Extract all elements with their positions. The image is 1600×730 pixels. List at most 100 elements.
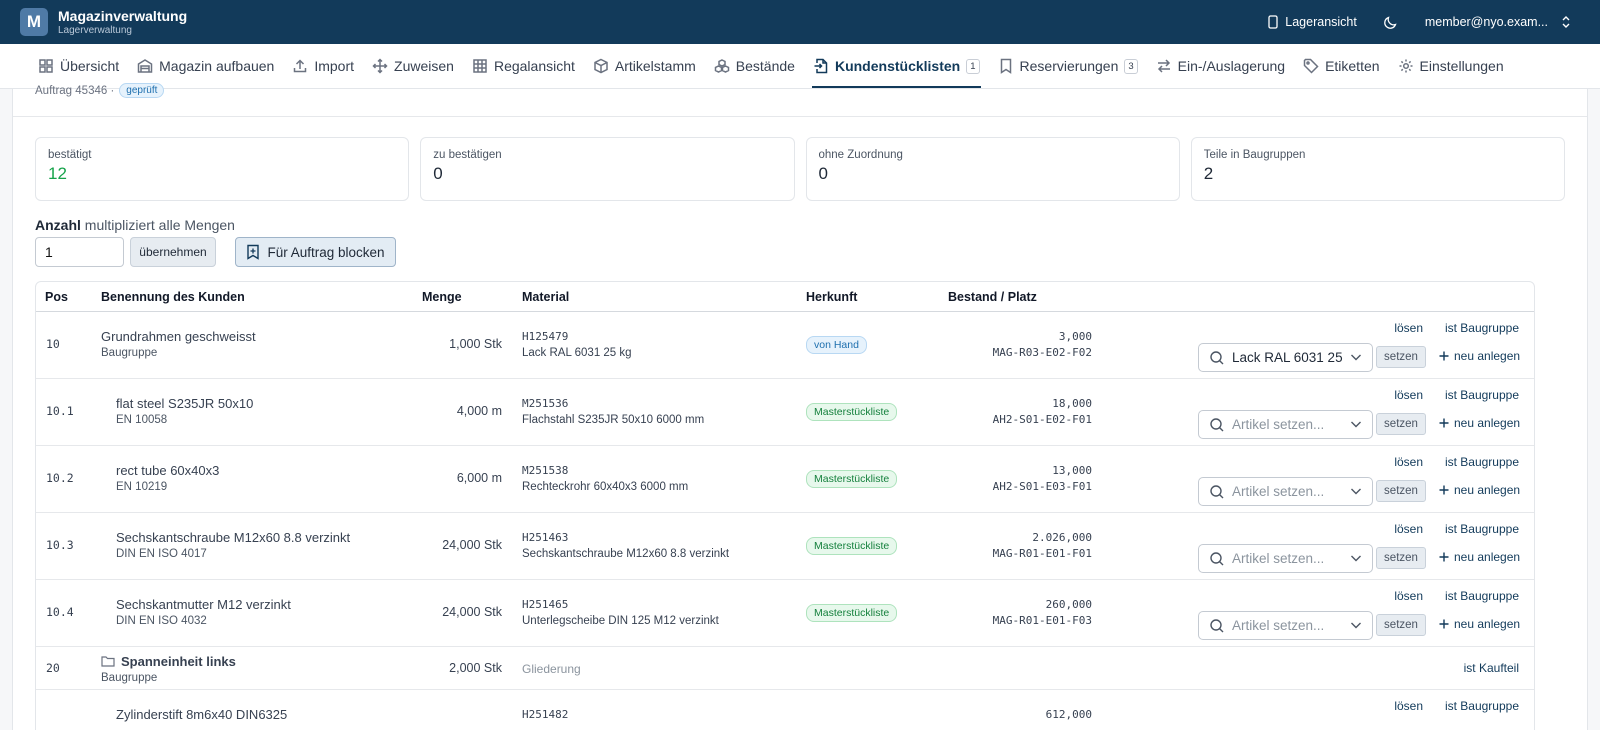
table-row: 10.1 flat steel S235JR 50x10 EN 10058 4,000… [36,379,1534,446]
status-badge: geprüft [119,83,165,98]
row-sub: EN 10219 [116,481,168,493]
material-name: Rechteckrohr 60x40x3 6000 mm [522,481,689,493]
grid-icon [39,59,53,73]
setzen-button[interactable]: setzen [1376,346,1426,368]
tab-ein-auslagerung[interactable]: Ein-/Auslagerung [1147,44,1294,88]
tab-zuweisen[interactable]: Zuweisen [363,44,463,88]
ist-baugruppe-link[interactable]: ist Baugruppe [1445,699,1519,713]
plus-icon [1439,418,1449,428]
auftrag-blocken-button[interactable]: Für Auftrag blocken [235,237,396,267]
neu-anlegen-button[interactable]: neu anlegen [1439,349,1520,363]
anzahl-hint: multipliziert alle Mengen [84,217,235,233]
tab-artikelstamm[interactable]: Artikelstamm [584,44,705,88]
tab-label: Regalansicht [493,58,575,74]
arrows-icon [1157,59,1170,73]
herkunft-badge: Masterstückliste [806,537,898,555]
ist-baugruppe-link[interactable]: ist Baugruppe [1445,522,1519,536]
tab-label: Übersicht [60,58,120,74]
row-pos: 10.4 [46,605,74,619]
tab-label: Kundenstücklisten [834,58,961,74]
row-sub: Baugruppe [101,347,158,359]
row-name-text: Sechskantmutter M12 verzinkt [116,597,291,612]
artikel-select[interactable]: Lack RAL 6031 25 [1198,343,1373,372]
row-material: H251482 [522,707,568,723]
bestand-platz: MAG-R01-E01-F03 [992,614,1092,627]
main-nav: Übersicht Magazin aufbauen Import Zuweisen R… [0,44,1600,89]
tab-badge: 1 [966,58,980,74]
ist-baugruppe-link[interactable]: ist Baugruppe [1445,388,1519,402]
herkunft-badge: Masterstückliste [806,403,898,421]
setzen-button[interactable]: setzen [1376,413,1426,435]
tab-reservierungen[interactable]: Reservierungen 3 [989,44,1147,88]
tab-magazin-aufbauen[interactable]: Magazin aufbauen [128,44,283,88]
tab-regalansicht[interactable]: Regalansicht [463,44,584,88]
loesen-link[interactable]: lösen [1394,522,1423,536]
artikel-select-placeholder: Artikel setzen... [1232,618,1325,633]
loesen-link[interactable]: lösen [1394,589,1423,603]
search-icon [1210,484,1224,498]
ist-baugruppe-link[interactable]: ist Baugruppe [1445,589,1519,603]
ist-baugruppe-link[interactable]: ist Baugruppe [1445,455,1519,469]
tab-import[interactable]: Import [283,44,363,88]
table-row: 10 Grundrahmen geschweisst Baugruppe 1,000 … [36,312,1534,379]
tab-einstellungen[interactable]: Einstellungen [1389,44,1513,88]
setzen-button[interactable]: setzen [1376,614,1426,636]
row-material: H251463 Sechskantschraube M12x60 8.8 verz… [522,530,729,562]
stat-label: ohne Zuordnung [818,149,903,161]
lageransicht-button[interactable]: Lageransicht [1267,15,1357,29]
uebernehmen-button[interactable]: übernehmen [130,237,216,267]
loesen-link[interactable]: lösen [1394,321,1423,335]
tab-übersicht[interactable]: Übersicht [29,44,128,88]
anzahl-input[interactable]: 1 [35,237,124,267]
loesen-link[interactable]: lösen [1394,455,1423,469]
auftrag-header: Auftrag 45346 · geprüft [35,83,165,98]
plus-icon [1439,485,1449,495]
artikel-select[interactable]: Artikel setzen... [1198,477,1373,506]
row-name: Grundrahmen geschweisst Baugruppe [101,329,256,361]
material-name: Flachstahl S235JR 50x10 6000 mm [522,414,705,426]
upload-icon [294,59,307,73]
neu-anlegen-button[interactable]: neu anlegen [1439,617,1520,631]
chevron-down-icon [1351,421,1361,428]
row-bestand: 13,000 AH2-S01-E03-F01 [942,463,1092,495]
table-row: 20 Spanneinheit links Baugruppe 2,000 Stk Gl… [36,647,1534,690]
neu-anlegen-button[interactable]: neu anlegen [1439,550,1520,564]
artikel-select[interactable]: Artikel setzen... [1198,611,1373,640]
artikel-select[interactable]: Artikel setzen... [1198,410,1373,439]
row-pos: 10.2 [46,471,74,485]
top-right: Lageransicht member@nyo.exam... [1267,0,1572,44]
file-import-icon [814,58,828,74]
row-sub: Baugruppe [101,672,158,684]
tab-bestände[interactable]: Bestände [705,44,804,88]
row-name-text: Zylinderstift 8m6x40 DIN6325 [116,707,288,722]
tab-etiketten[interactable]: Etiketten [1294,44,1388,88]
warehouse-icon [137,59,153,73]
artikel-select[interactable]: Artikel setzen... [1198,544,1373,573]
loesen-link[interactable]: lösen [1394,388,1423,402]
app-logo[interactable]: M [20,8,48,36]
material-code: M251538 [522,464,569,477]
neu-anlegen-button[interactable]: neu anlegen [1439,483,1520,497]
row-menge: 4,000 m [456,404,502,418]
setzen-button[interactable]: setzen [1376,480,1426,502]
user-menu[interactable]: member@nyo.exam... [1425,15,1572,29]
loesen-link[interactable]: lösen [1394,699,1423,713]
ist-kaufteil-link[interactable]: ist Kaufteil [1464,661,1519,675]
tab-kundenstücklisten[interactable]: Kundenstücklisten 1 [804,44,989,88]
row-menge: 1,000 Stk [449,337,502,351]
herkunft-badge: Masterstückliste [806,470,898,488]
row-name-text: rect tube 60x40x3 [116,463,220,478]
row-pos: 10 [46,337,60,351]
row-bestand: 2.026,000 MAG-R01-E01-F01 [942,530,1092,562]
tab-label: Reservierungen [1019,58,1119,74]
ist-baugruppe-link[interactable]: ist Baugruppe [1445,321,1519,335]
theme-toggle[interactable] [1383,14,1399,30]
row-menge: 2,000 Stk [449,661,502,675]
col-material: Material [522,290,570,304]
herkunft-badge: von Hand [806,336,867,354]
row-material: H251465 Unterlegscheibe DIN 125 M12 verzi… [522,597,719,629]
neu-anlegen-button[interactable]: neu anlegen [1439,416,1520,430]
tab-label: Import [314,58,355,74]
table-row: 10.3 Sechskantschraube M12x60 8.8 verzink… [36,513,1534,580]
setzen-button[interactable]: setzen [1376,547,1426,569]
